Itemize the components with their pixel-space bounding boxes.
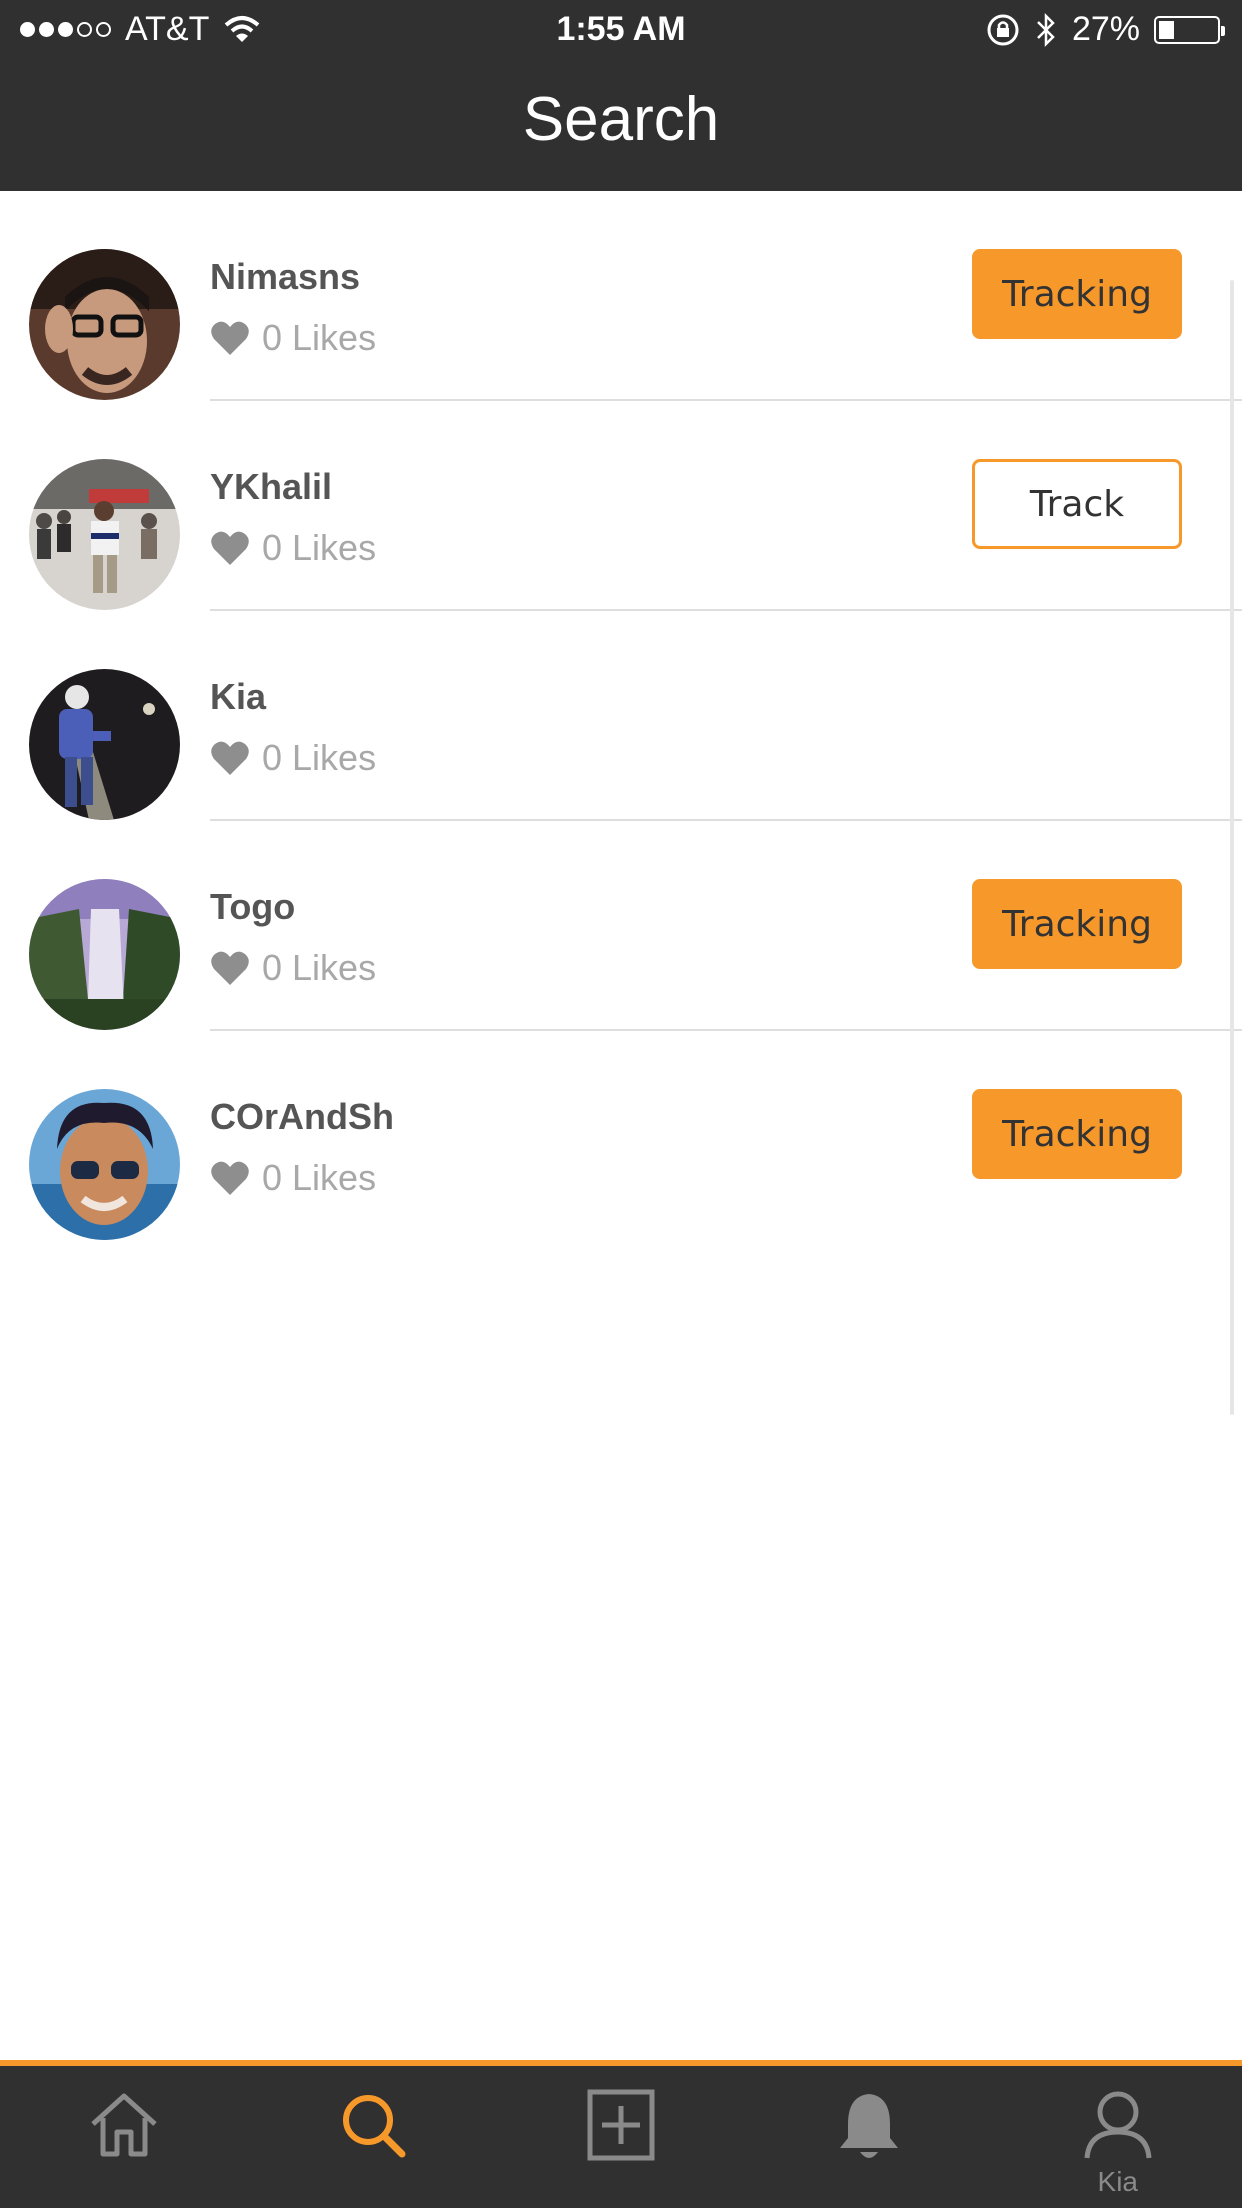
user-avatar[interactable] <box>29 669 180 820</box>
tracking-button[interactable]: Tracking <box>972 879 1182 969</box>
tab-profile[interactable]: Kia <box>994 2066 1242 2208</box>
bell-icon <box>840 2094 899 2158</box>
user-list: Nimasns 0 Likes Tracking YKhalil 0 Likes… <box>0 191 1242 1241</box>
tab-add-post[interactable] <box>497 2066 745 2208</box>
likes-count: 0 Likes <box>210 737 376 779</box>
tab-notifications[interactable] <box>745 2066 993 2208</box>
likes-count: 0 Likes <box>210 1157 376 1199</box>
tracking-button[interactable]: Tracking <box>972 249 1182 339</box>
likes-label: 0 Likes <box>262 737 377 778</box>
likes-count: 0 Likes <box>210 527 376 569</box>
tab-bar: Kia <box>0 2060 1242 2208</box>
tab-search[interactable] <box>248 2066 496 2208</box>
likes-label: 0 Likes <box>262 527 377 568</box>
tab-label: Kia <box>1097 2166 1138 2197</box>
tab-home[interactable] <box>0 2066 248 2208</box>
battery-fill <box>1159 20 1174 39</box>
heart-icon <box>211 951 249 985</box>
likes-label: 0 Likes <box>262 947 377 988</box>
search-icon <box>342 2095 406 2158</box>
user-avatar[interactable] <box>29 879 180 1030</box>
user-row[interactable]: YKhalil 0 Likes Track <box>0 401 1242 611</box>
likes-label: 0 Likes <box>262 1157 377 1198</box>
battery-percent: 27% <box>1071 10 1140 48</box>
likes-count: 0 Likes <box>210 317 376 359</box>
heart-icon <box>211 531 249 565</box>
likes-count: 0 Likes <box>210 947 376 989</box>
rotation-lock-icon <box>987 14 1019 45</box>
user-row[interactable]: COrAndSh 0 Likes Tracking <box>0 1031 1242 1241</box>
status-bar: AT&T 1:55 AM 27% <box>0 0 1242 60</box>
user-row[interactable]: Togo 0 Likes Tracking <box>0 821 1242 1031</box>
username[interactable]: Togo <box>210 886 295 928</box>
username[interactable]: COrAndSh <box>210 1096 394 1138</box>
status-right: 27% <box>986 10 1225 49</box>
username[interactable]: Kia <box>210 676 266 718</box>
page-title: Search <box>522 85 720 154</box>
heart-icon <box>211 1161 249 1195</box>
heart-icon <box>211 741 249 775</box>
top-bar: AT&T 1:55 AM 27% Search <box>0 0 1242 191</box>
add-post-icon <box>587 2089 655 2161</box>
likes-label: 0 Likes <box>262 317 377 358</box>
user-avatar[interactable] <box>29 459 180 610</box>
user-avatar[interactable] <box>29 1089 180 1240</box>
battery-icon <box>1154 15 1225 44</box>
bluetooth-icon <box>1037 12 1055 47</box>
user-row[interactable]: Kia 0 Likes <box>0 611 1242 821</box>
user-row[interactable]: Nimasns 0 Likes Tracking <box>0 191 1242 401</box>
username[interactable]: Nimasns <box>210 256 360 298</box>
track-button[interactable]: Track <box>972 459 1182 549</box>
username[interactable]: YKhalil <box>210 466 332 508</box>
profile-icon <box>1084 2091 1152 2159</box>
user-avatar[interactable] <box>29 249 180 400</box>
scrollbar[interactable] <box>1230 280 1234 1415</box>
home-icon <box>91 2093 157 2157</box>
tracking-button[interactable]: Tracking <box>972 1089 1182 1179</box>
heart-icon <box>211 321 249 355</box>
